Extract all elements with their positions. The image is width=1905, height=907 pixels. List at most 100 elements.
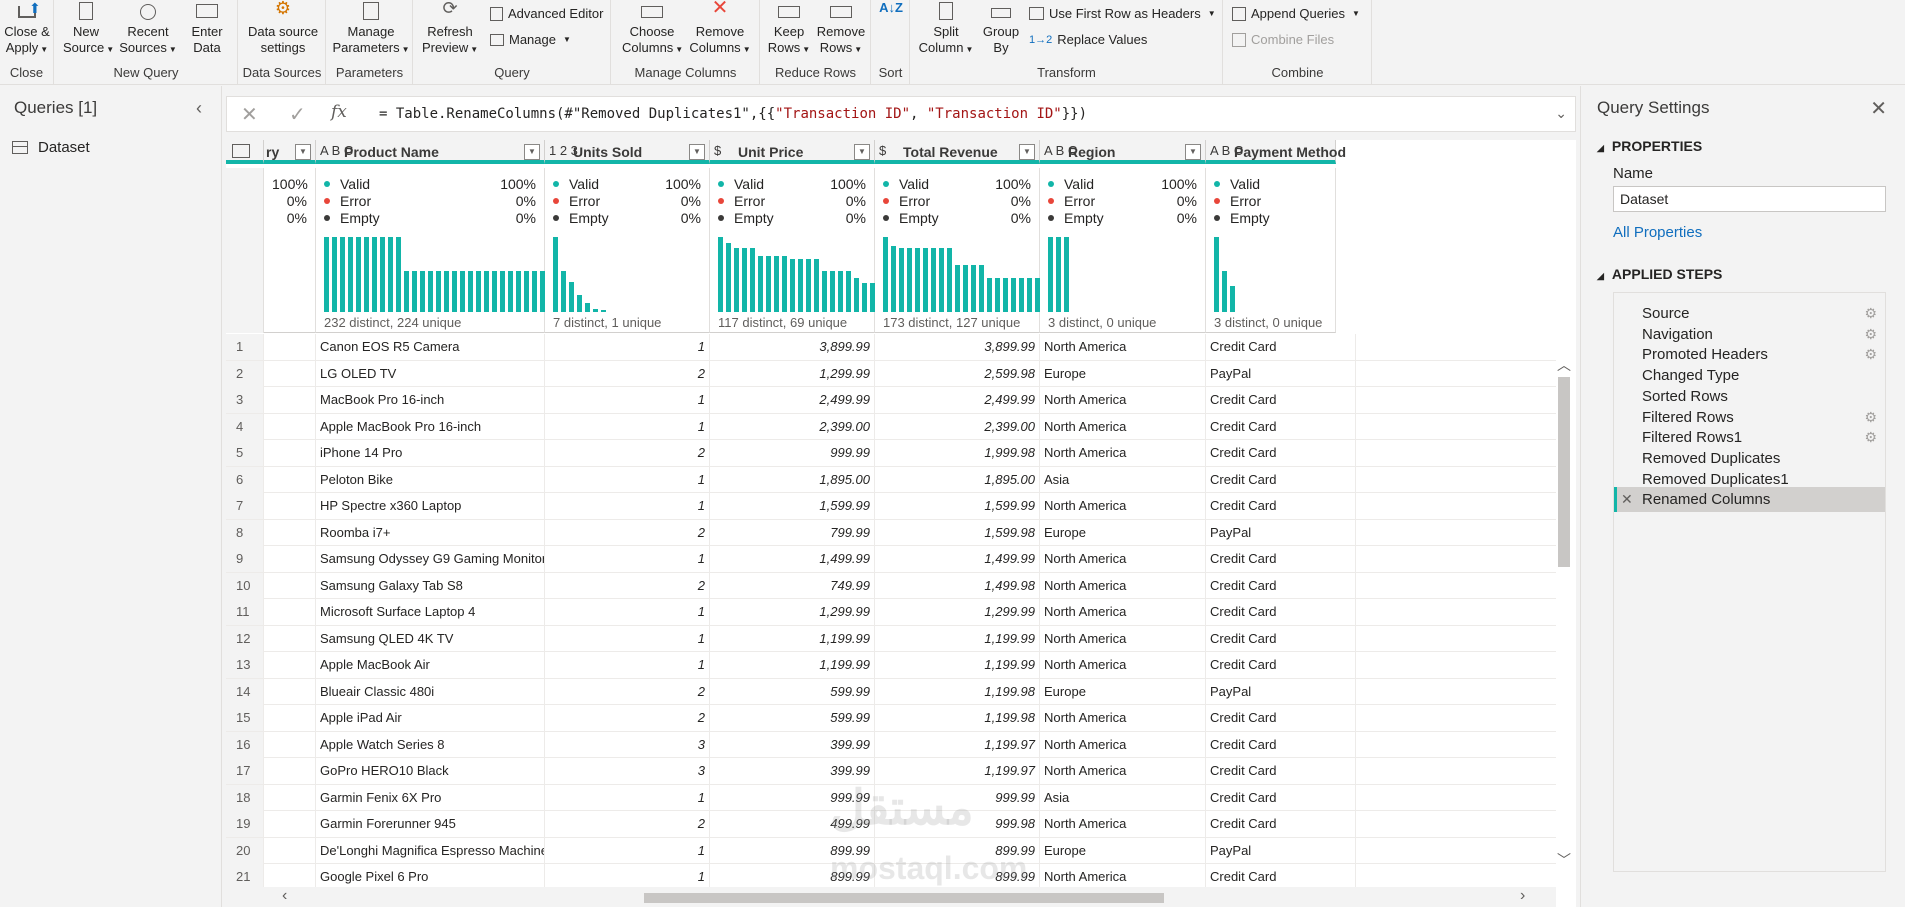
vertical-scroll-thumb[interactable] — [1558, 377, 1570, 567]
fx-icon[interactable]: fx — [331, 102, 347, 122]
table-cell[interactable]: 999.99 — [710, 440, 875, 466]
table-cell[interactable]: North America — [1040, 440, 1206, 466]
scroll-up-icon[interactable]: ︿ — [1555, 355, 1573, 375]
table-cell[interactable] — [264, 811, 316, 837]
scroll-right-icon[interactable]: › — [1520, 887, 1525, 905]
table-cell[interactable] — [264, 705, 316, 731]
table-row[interactable]: 10 Samsung Galaxy Tab S8 2 749.99 1,499.98 No… — [226, 572, 1556, 599]
manage-parameters-button[interactable]: Manage Parameters ▼ — [331, 0, 411, 58]
table-cell[interactable]: North America — [1040, 652, 1206, 678]
table-cell[interactable]: Credit Card — [1206, 387, 1356, 413]
table-cell[interactable]: 1,895.00 — [875, 466, 1040, 493]
table-cell[interactable]: 1,895.00 — [710, 466, 875, 493]
properties-section[interactable]: ◢ PROPERTIES — [1597, 138, 1702, 154]
table-cell[interactable]: Credit Card — [1206, 413, 1356, 440]
table-cell[interactable]: 1,199.98 — [875, 678, 1040, 705]
table-cell[interactable]: Credit Card — [1206, 784, 1356, 811]
column-header-category[interactable]: ry ▼ — [264, 140, 316, 164]
table-cell[interactable]: 1 — [545, 652, 710, 678]
split-column-button[interactable]: Split Column ▼ — [917, 0, 975, 58]
table-cell[interactable]: North America — [1040, 493, 1206, 519]
filter-dropdown-icon[interactable]: ▼ — [1185, 144, 1201, 160]
table-row[interactable]: 8 Roomba i7+ 2 799.99 1,599.98 Europe PayPal — [226, 519, 1556, 546]
table-cell[interactable]: 1 — [545, 466, 710, 493]
table-cell[interactable]: 1 — [545, 387, 710, 413]
table-cell[interactable]: Credit Card — [1206, 440, 1356, 466]
table-cell[interactable]: 399.99 — [710, 731, 875, 758]
table-cell[interactable] — [264, 731, 316, 758]
table-cell[interactable]: 1,599.99 — [710, 493, 875, 519]
filter-dropdown-icon[interactable]: ▼ — [1019, 144, 1035, 160]
table-cell[interactable]: 799.99 — [710, 519, 875, 546]
table-row[interactable]: 6 Peloton Bike 1 1,895.00 1,895.00 Asia Credit… — [226, 466, 1556, 493]
horizontal-scrollbar[interactable]: ‹ › — [226, 887, 1556, 907]
table-cell[interactable]: 2 — [545, 705, 710, 731]
table-row[interactable]: 7 HP Spectre x360 Laptop 1 1,599.99 1,599.99… — [226, 493, 1556, 520]
filter-dropdown-icon[interactable]: ▼ — [524, 144, 540, 160]
table-row[interactable]: 13 Apple MacBook Air 1 1,199.99 1,199.99 Nort… — [226, 652, 1556, 679]
table-cell[interactable]: Samsung Odyssey G9 Gaming Monitor — [316, 546, 545, 572]
table-cell[interactable]: 1 — [545, 334, 710, 360]
table-cell[interactable] — [264, 625, 316, 652]
choose-columns-button[interactable]: Choose Columns ▼ — [622, 0, 683, 58]
table-cell[interactable]: Asia — [1040, 466, 1206, 493]
table-cell[interactable]: Microsoft Surface Laptop 4 — [316, 599, 545, 625]
table-cell[interactable]: MacBook Pro 16-inch — [316, 387, 545, 413]
table-cell[interactable] — [264, 758, 316, 784]
table-cell[interactable]: 3 — [545, 731, 710, 758]
table-cell[interactable]: North America — [1040, 334, 1206, 360]
table-cell[interactable]: 3 — [545, 758, 710, 784]
data-source-settings-button[interactable]: ⚙ Data source settings — [243, 0, 323, 56]
expand-chevron-icon[interactable]: ⌄ — [1555, 105, 1567, 122]
table-cell[interactable]: Europe — [1040, 519, 1206, 546]
table-cell[interactable]: Apple MacBook Pro 16-inch — [316, 413, 545, 440]
table-cell[interactable]: Credit Card — [1206, 758, 1356, 784]
applied-step-item[interactable]: ✕ Renamed Columns — [1614, 487, 1885, 513]
table-cell[interactable]: 749.99 — [710, 572, 875, 599]
remove-rows-button[interactable]: Remove Rows ▼ — [815, 0, 867, 58]
table-cell[interactable]: 1,199.99 — [875, 625, 1040, 652]
table-cell[interactable]: North America — [1040, 705, 1206, 731]
table-cell[interactable]: 2,399.00 — [875, 413, 1040, 440]
vertical-scrollbar[interactable]: ︿ ﹀ — [1555, 355, 1573, 870]
keep-rows-button[interactable]: Keep Rows ▼ — [767, 0, 811, 58]
remove-columns-button[interactable]: ✕ Remove Columns ▼ — [688, 0, 752, 58]
table-cell[interactable] — [264, 837, 316, 864]
table-cell[interactable]: Apple MacBook Air — [316, 652, 545, 678]
table-cell[interactable]: 599.99 — [710, 678, 875, 705]
table-cell[interactable] — [264, 599, 316, 625]
table-cell[interactable]: Asia — [1040, 784, 1206, 811]
table-cell[interactable]: 2,399.00 — [710, 413, 875, 440]
table-cell[interactable]: 1,599.99 — [875, 493, 1040, 519]
table-cell[interactable]: Garmin Fenix 6X Pro — [316, 784, 545, 811]
table-cell[interactable]: Credit Card — [1206, 493, 1356, 519]
table-cell[interactable]: 1 — [545, 837, 710, 864]
table-cell[interactable] — [264, 546, 316, 572]
table-cell[interactable]: 1,299.99 — [875, 599, 1040, 625]
table-row[interactable]: 15 Apple iPad Air 2 599.99 1,199.98 North Ame… — [226, 705, 1556, 732]
table-cell[interactable] — [264, 334, 316, 360]
close-apply-button[interactable]: ⬆ Close & Apply ▼ — [3, 0, 51, 58]
table-cell[interactable]: Credit Card — [1206, 546, 1356, 572]
table-cell[interactable]: Peloton Bike — [316, 466, 545, 493]
table-row[interactable]: 14 Blueair Classic 480i 2 599.99 1,199.98 Eur… — [226, 678, 1556, 705]
table-cell[interactable]: Apple Watch Series 8 — [316, 731, 545, 758]
table-cell[interactable] — [264, 466, 316, 493]
table-cell[interactable] — [264, 413, 316, 440]
table-row[interactable]: 4 Apple MacBook Pro 16-inch 1 2,399.00 2,399… — [226, 413, 1556, 440]
table-cell[interactable]: Roomba i7+ — [316, 519, 545, 546]
table-cell[interactable]: 1,199.99 — [710, 652, 875, 678]
manage-button[interactable]: Manage ▼ — [490, 32, 571, 47]
group-by-button[interactable]: Group By — [979, 0, 1023, 56]
horizontal-scroll-thumb[interactable] — [644, 893, 1164, 903]
table-cell[interactable]: 3,899.99 — [875, 334, 1040, 360]
table-cell[interactable]: GoPro HERO10 Black — [316, 758, 545, 784]
table-cell[interactable]: HP Spectre x360 Laptop — [316, 493, 545, 519]
table-cell[interactable]: 1 — [545, 625, 710, 652]
table-cell[interactable]: 1 — [545, 413, 710, 440]
table-cell[interactable] — [264, 360, 316, 387]
cancel-x-icon[interactable]: ✕ — [241, 102, 258, 127]
table-cell[interactable]: Samsung QLED 4K TV — [316, 625, 545, 652]
table-cell[interactable]: Samsung Galaxy Tab S8 — [316, 572, 545, 599]
new-source-button[interactable]: New Source ▼ — [63, 0, 114, 58]
